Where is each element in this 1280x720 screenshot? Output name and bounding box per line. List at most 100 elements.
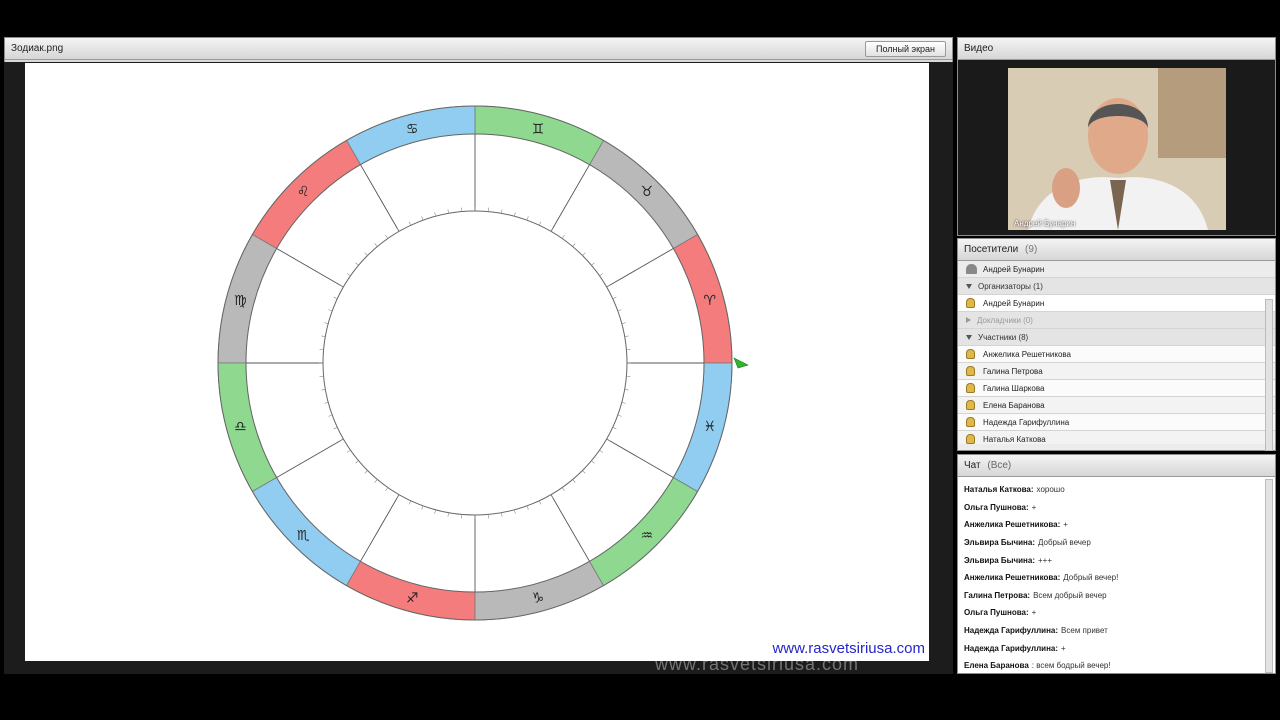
list-item[interactable]: Елена Баранова xyxy=(958,397,1275,414)
person-icon xyxy=(966,298,975,308)
hosts-group[interactable]: Организаторы (1) xyxy=(958,278,1275,295)
chat-text: + xyxy=(1031,608,1037,618)
chat-messages: Наталья Каткова: хорошо Ольга Пушнова: + Анж… xyxy=(958,477,1275,679)
video-pod-header: Видео xyxy=(958,38,1275,60)
chat-author: Ольга Пушнова: xyxy=(964,608,1029,618)
person-icon xyxy=(966,366,975,376)
video-pod-title: Видео xyxy=(964,43,994,54)
list-item[interactable]: Наталья Каткова xyxy=(958,431,1275,444)
zodiac-sign-glyph: ♍ xyxy=(234,293,247,309)
collapse-icon xyxy=(966,317,971,323)
presenters-group-label: Докладчики (0) xyxy=(977,315,1033,325)
person-icon xyxy=(966,349,975,359)
chat-text: + xyxy=(1031,502,1037,512)
person-icon xyxy=(966,417,975,427)
chat-author: Эльвира Бычина: xyxy=(964,538,1035,548)
zodiac-sign-glyph: ♐ xyxy=(406,591,419,607)
attendees-pod-header: Посетители (9) xyxy=(958,239,1275,261)
chat-message: Надежда Гарифуллина: + xyxy=(964,639,1269,657)
chat-title: Чат xyxy=(964,460,981,471)
list-item[interactable]: Андрей Бунарин xyxy=(958,295,1275,312)
zodiac-wheel: ♈ ♉ ♊ ♋ ♌ ♍ ♎ ♏ ♐ ♑ ♒ ♓ xyxy=(217,105,749,621)
chat-author: Наталья Каткова: xyxy=(964,485,1034,495)
chat-author: Елена Баранова xyxy=(964,661,1029,671)
attendee-name: Елена Баранова xyxy=(983,400,1045,410)
chat-message: Галина Петрова: Всем добрый вечер xyxy=(964,587,1269,605)
share-pod-header: Зодиак.png Полный экран xyxy=(5,38,952,60)
participants-list: Анжелика Решетникова Галина Петрова Галина… xyxy=(958,346,1275,444)
person-icon xyxy=(966,434,975,444)
chat-author: Галина Петрова: xyxy=(964,590,1031,600)
chat-message: Эльвира Бычина: Добрый вечер xyxy=(964,534,1269,552)
zodiac-sign-glyph: ♓ xyxy=(703,419,716,435)
presenters-group[interactable]: Докладчики (0) xyxy=(958,312,1275,329)
share-pod-title: Зодиак.png xyxy=(11,43,64,54)
hosts-group-label: Организаторы (1) xyxy=(978,281,1043,291)
chat-scrollbar[interactable] xyxy=(1265,479,1273,673)
person-icon xyxy=(966,400,975,410)
attendee-name: Анжелика Решетникова xyxy=(983,349,1072,359)
attendee-name: Галина Шаркова xyxy=(983,383,1045,393)
participants-group[interactable]: Участники (8) xyxy=(958,329,1275,346)
site-url: www.rasvetsiriusa.com xyxy=(772,640,925,657)
video-name-label: Андрей Бунарин xyxy=(1014,219,1076,228)
chat-message: Надежда Гарифуллина: Всем привет xyxy=(964,622,1269,640)
presenter-image xyxy=(1008,68,1226,230)
chat-text: Добрый вечер xyxy=(1037,538,1091,548)
video-pod: Видео Андрей Бунарин xyxy=(957,37,1276,236)
chat-author: Надежда Гарифуллина: xyxy=(964,626,1059,636)
chat-tab[interactable]: (Все) xyxy=(987,460,1011,471)
chat-text: Добрый вечер! xyxy=(1063,573,1119,583)
chat-heading: Чат (Все) xyxy=(964,460,1011,471)
attendees-title: Посетители xyxy=(964,244,1019,255)
expand-icon xyxy=(966,334,972,340)
fullscreen-button[interactable]: Полный экран xyxy=(864,40,946,57)
attendee-name: Галина Петрова xyxy=(983,366,1043,376)
zodiac-sign-glyph: ♑ xyxy=(532,591,545,607)
share-pod: Зодиак.png Полный экран xyxy=(4,37,953,63)
zodiac-sign-glyph: ♉ xyxy=(641,184,654,200)
chat-author: Ольга Пушнова: xyxy=(964,502,1029,512)
chat-message: Анжелика Решетникова: + xyxy=(964,516,1269,534)
expand-icon xyxy=(966,283,972,289)
zodiac-sign-glyph: ♈ xyxy=(703,293,716,309)
chat-text: + xyxy=(1063,520,1068,530)
chat-text: хорошо xyxy=(1036,485,1065,495)
chat-author: Анжелика Решетникова: xyxy=(964,573,1061,583)
list-item[interactable]: Галина Шаркова xyxy=(958,380,1275,397)
chat-author: Эльвира Бычина: xyxy=(964,555,1035,565)
pointer-arrow-icon xyxy=(733,357,749,369)
chat-pod: Чат (Все) Наталья Каткова: хорошо Ольга Пу… xyxy=(957,454,1276,674)
center-circle xyxy=(322,210,628,516)
chat-message: Ольга Пушнова: + xyxy=(964,604,1269,622)
chat-author: Надежда Гарифуллина: xyxy=(964,643,1059,653)
chat-text: + xyxy=(1061,643,1066,653)
connect-meeting-window: Зодиак.png Полный экран www.rasvetsirius… xyxy=(0,0,1280,720)
chat-message: Эльвира Бычина: +++ xyxy=(964,551,1269,569)
zodiac-sign-glyph: ♌ xyxy=(297,184,310,200)
list-item[interactable]: Галина Петрова xyxy=(958,363,1275,380)
list-item[interactable]: Надежда Гарифуллина xyxy=(958,414,1275,431)
chat-message: Анжелика Решетникова: Добрый вечер! xyxy=(964,569,1269,587)
chat-message: Наталья Каткова: хорошо xyxy=(964,481,1269,499)
zodiac-sign-glyph: ♎ xyxy=(234,419,247,435)
chat-author: Анжелика Решетникова: xyxy=(964,520,1061,530)
chat-text: Всем добрый вечер xyxy=(1033,590,1107,600)
zodiac-sign-glyph: ♋ xyxy=(406,121,419,137)
attendees-pod: Посетители (9) Андрей Бунарин Организато… xyxy=(957,238,1276,451)
zodiac-sign-glyph: ♊ xyxy=(532,121,545,137)
chat-pod-header: Чат (Все) xyxy=(958,455,1275,477)
shared-image: ♈ ♉ ♊ ♋ ♌ ♍ ♎ ♏ ♐ ♑ ♒ ♓ www.rasvetsiriusa.com xyxy=(25,63,929,661)
list-item[interactable]: Анжелика Решетникова xyxy=(958,346,1275,363)
attendees-scrollbar[interactable] xyxy=(1265,299,1273,451)
current-user-row[interactable]: Андрей Бунарин xyxy=(958,261,1275,278)
attendee-name: Наталья Каткова xyxy=(983,434,1046,444)
chat-message: Ольга Пушнова: + xyxy=(964,499,1269,517)
attendee-name: Андрей Бунарин xyxy=(983,298,1045,308)
webcam-feed: Андрей Бунарин xyxy=(1008,68,1226,230)
participants-group-label: Участники (8) xyxy=(978,332,1029,342)
chat-message: Елена Баранова: всем бодрый вечер! xyxy=(964,657,1269,675)
current-user-name: Андрей Бунарин xyxy=(983,264,1045,274)
person-icon xyxy=(966,383,975,393)
attendees-heading: Посетители (9) xyxy=(964,244,1037,255)
